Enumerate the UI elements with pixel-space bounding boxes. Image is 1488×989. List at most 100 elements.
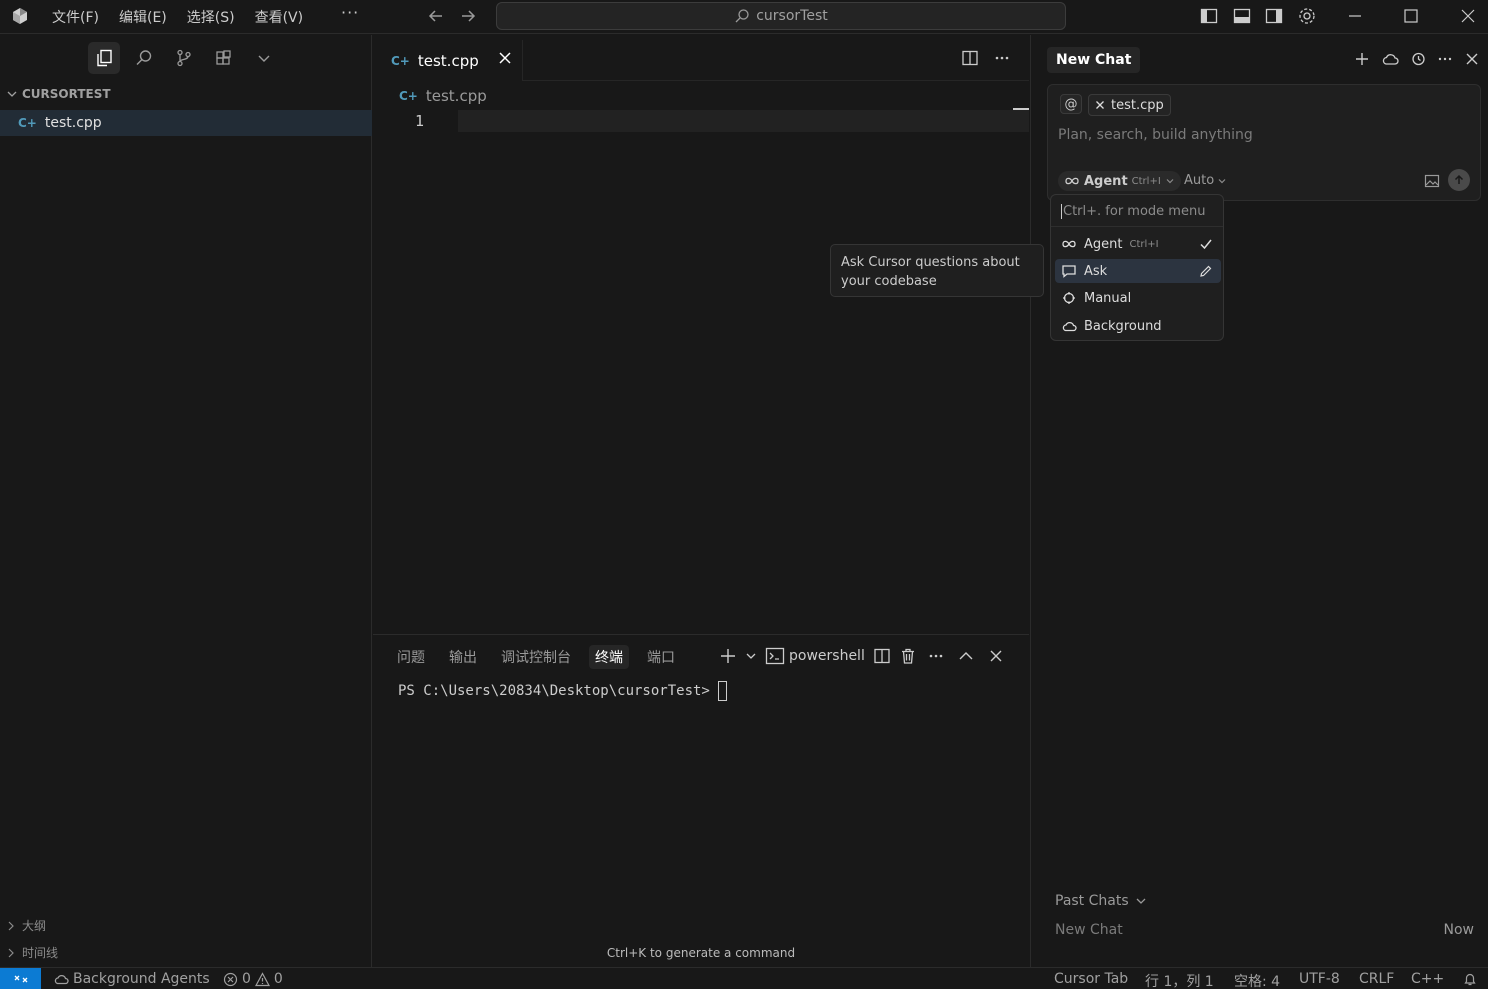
notifications-bell-icon[interactable] [1462, 971, 1478, 987]
toggle-secondary-sidebar-icon[interactable] [1264, 6, 1284, 26]
cursor-position-status[interactable]: 行 1，列 1 [1145, 971, 1214, 989]
maximize-panel-icon[interactable] [955, 647, 977, 665]
current-line-highlight[interactable] [458, 110, 1029, 132]
problems-status[interactable]: 0 0 [223, 971, 283, 987]
context-file-name: test.cpp [1111, 97, 1164, 113]
past-chat-item[interactable]: New Chat [1055, 922, 1123, 938]
more-actions-icon[interactable] [1437, 51, 1453, 67]
minimize-window-icon[interactable] [1345, 6, 1365, 26]
timeline-label: 时间线 [22, 946, 59, 960]
menu-view[interactable]: 查看(V) [255, 7, 304, 27]
chevron-down-icon[interactable] [745, 650, 757, 662]
extensions-icon [214, 48, 234, 68]
tab-terminal[interactable]: 终端 [589, 645, 629, 669]
cloud-icon[interactable] [1381, 51, 1399, 67]
mode-menu-search-input[interactable]: Ctrl+. for mode menu [1061, 204, 1205, 219]
timeline-section[interactable]: 时间线 [6, 944, 58, 961]
terminal-prompt: PS C:\Users\20834\Desktop\cursorTest> [398, 683, 710, 699]
arrow-up-icon [1453, 174, 1465, 186]
tab-ports[interactable]: 端口 [641, 645, 681, 669]
menu-selection[interactable]: 选择(S) [187, 7, 235, 27]
terminal-toolbar: powershell [719, 647, 1007, 665]
primary-sidebar: CURSORTEST C+ test.cpp 大纲 时间线 [0, 35, 372, 967]
chevron-down-icon [6, 88, 18, 100]
mode-item-agent[interactable]: Agent Ctrl+I [1055, 232, 1221, 256]
file-item-test-cpp[interactable]: C+ test.cpp [0, 110, 372, 136]
attach-image-icon[interactable] [1424, 174, 1440, 188]
files-icon [94, 48, 114, 68]
model-selector-button[interactable]: Auto [1184, 173, 1227, 188]
extensions-tab[interactable] [208, 42, 240, 74]
past-chats-toggle[interactable]: Past Chats [1055, 893, 1147, 909]
menu-file[interactable]: 文件(F) [52, 7, 99, 27]
close-panel-icon[interactable] [985, 647, 1007, 665]
infinity-icon [1064, 176, 1080, 186]
close-window-icon[interactable] [1458, 6, 1478, 26]
maximize-window-icon[interactable] [1401, 6, 1421, 26]
warning-icon [254, 971, 270, 987]
explorer-folder-name: CURSORTEST [22, 87, 111, 101]
more-views-button[interactable] [248, 42, 280, 74]
chevron-right-icon [6, 921, 16, 931]
menu-more-button[interactable]: ··· [341, 3, 359, 22]
chat-title-tab[interactable]: New Chat [1047, 47, 1141, 73]
send-button[interactable] [1448, 169, 1470, 191]
close-tab-icon[interactable] [498, 51, 512, 65]
command-center-search[interactable]: cursorTest [496, 2, 1066, 30]
remove-context-icon[interactable] [1095, 100, 1105, 110]
mode-item-manual[interactable]: Manual [1055, 286, 1221, 310]
terminal-name: powershell [789, 648, 865, 664]
split-terminal-icon[interactable] [873, 647, 891, 665]
outline-section[interactable]: 大纲 [6, 917, 46, 934]
cursor-tab-status[interactable]: Cursor Tab [1054, 971, 1128, 987]
encoding-status[interactable]: UTF-8 [1299, 971, 1340, 987]
pencil-edit-icon[interactable] [1199, 264, 1213, 278]
trash-icon[interactable] [899, 647, 917, 665]
tab-debug-console[interactable]: 调试控制台 [495, 645, 577, 669]
chat-composer: @ test.cpp Plan, search, build anything … [1047, 84, 1481, 201]
more-actions-icon[interactable] [993, 49, 1011, 67]
source-control-tab[interactable] [168, 42, 200, 74]
explorer-tab[interactable] [88, 42, 120, 74]
cloud-icon [53, 972, 69, 986]
mode-selector-button[interactable]: Agent Ctrl+I [1058, 171, 1181, 191]
tab-problems[interactable]: 问题 [391, 645, 431, 669]
background-agents-status[interactable]: Background Agents [53, 971, 210, 987]
split-editor-icon[interactable] [961, 49, 979, 67]
mode-item-ask[interactable]: Ask [1055, 259, 1221, 283]
outline-label: 大纲 [22, 919, 47, 933]
tab-output[interactable]: 输出 [443, 645, 483, 669]
close-chat-icon[interactable] [1464, 51, 1480, 67]
toggle-panel-icon[interactable] [1232, 6, 1252, 26]
terminal-instance[interactable]: powershell [765, 647, 865, 665]
language-mode-status[interactable]: C++ [1411, 971, 1444, 987]
background-agents-label: Background Agents [73, 971, 210, 987]
toggle-primary-sidebar-icon[interactable] [1199, 6, 1219, 26]
new-chat-plus-icon[interactable] [1354, 51, 1370, 67]
crosshair-icon [1061, 291, 1077, 305]
explorer-folder-header[interactable]: CURSORTEST [6, 87, 111, 101]
context-file-chip[interactable]: test.cpp [1088, 94, 1171, 116]
editor-group: C+ test.cpp C+ test.cpp 1 [373, 35, 1029, 633]
sidebar-view-tabs [88, 42, 280, 74]
new-terminal-icon[interactable] [719, 647, 737, 665]
remote-indicator[interactable] [0, 968, 41, 989]
menu-edit[interactable]: 编辑(E) [119, 7, 167, 27]
error-count: 0 [242, 971, 251, 987]
indentation-status[interactable]: 空格: 4 [1234, 971, 1280, 989]
forward-arrow-icon[interactable] [458, 6, 478, 26]
search-tab[interactable] [128, 42, 160, 74]
back-arrow-icon[interactable] [426, 6, 446, 26]
settings-gear-icon[interactable] [1297, 6, 1317, 26]
terminal-output[interactable]: PS C:\Users\20834\Desktop\cursorTest> [398, 681, 727, 701]
history-icon[interactable] [1410, 51, 1426, 67]
chat-input[interactable]: Plan, search, build anything [1058, 127, 1253, 143]
eol-status[interactable]: CRLF [1359, 971, 1394, 987]
editor-tab-test-cpp[interactable]: C+ test.cpp [373, 40, 523, 81]
add-context-button[interactable]: @ [1060, 94, 1082, 114]
terminal-hint: Ctrl+K to generate a command [606, 946, 796, 960]
mode-item-background[interactable]: Background [1055, 314, 1221, 338]
breadcrumb[interactable]: C+ test.cpp [399, 87, 487, 105]
panel-tabs: 问题 输出 调试控制台 终端 端口 [391, 645, 693, 669]
more-actions-icon[interactable] [925, 647, 947, 665]
